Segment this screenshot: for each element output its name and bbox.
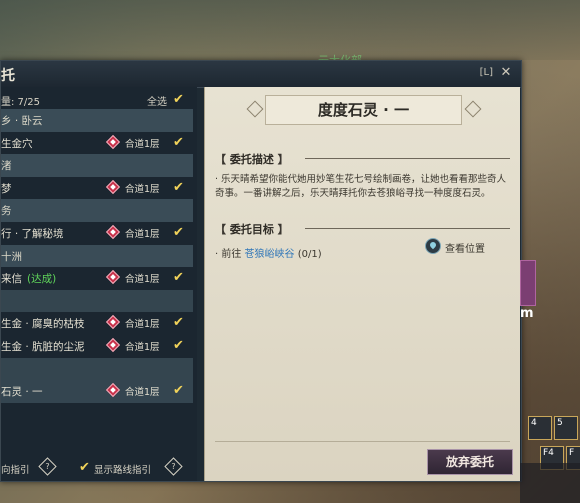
realm-diamond-icon	[105, 270, 121, 285]
list-item-label: 十洲	[1, 250, 22, 263]
route-help-icon[interactable]: ?	[164, 457, 183, 476]
realm-tag: 合道1层	[125, 138, 160, 150]
hud-bottom-bar	[520, 463, 580, 503]
title-ornament-right-icon	[464, 100, 482, 118]
description-header: 【 委托描述 】	[215, 153, 289, 166]
character-portrait	[520, 260, 536, 306]
window-titlebar[interactable]: 托 [L] ✕	[1, 61, 521, 88]
commission-window: 托 [L] ✕ 量: 7/25 全选 ✔ 乡 · 卧云 生金穴 合道1层 ✔ 渚梦合道1…	[0, 60, 522, 482]
view-location-button[interactable]: 查看位置	[425, 238, 485, 255]
skill-slot[interactable]: 5	[554, 416, 578, 440]
guide-help-icon[interactable]: ?	[38, 457, 57, 476]
commission-list-panel: 量: 7/25 全选 ✔ 乡 · 卧云 生金穴 合道1层 ✔ 渚梦合道1层 ✔ 务行 · 了…	[1, 87, 197, 481]
realm-tag: 合道1层	[125, 183, 160, 195]
list-group-header[interactable]: 乡 · 卧云	[1, 109, 193, 132]
list-item-label: 生金 · 腐臭的枯枝	[1, 318, 85, 331]
list-item-label: 生金 · 肮脏的尘泥	[1, 340, 85, 353]
title-ornament-left-icon	[246, 100, 264, 118]
track-checkbox-icon[interactable]: ✔	[173, 338, 184, 353]
list-options: 向指引 ? ✔ 显示路线指引 ?	[1, 457, 197, 481]
goal-text: · 前往 苍狼峪峡谷 (0/1)	[215, 249, 322, 260]
list-item[interactable]: 石灵 · 一 合道1层 ✔	[1, 380, 193, 403]
skill-slot[interactable]: 4	[528, 416, 552, 440]
hud-text: m	[520, 306, 534, 321]
realm-tag: 合道1层	[125, 341, 160, 353]
commission-title: 度度石灵 · 一	[265, 95, 462, 125]
realm-tag: 合道1层	[125, 274, 160, 286]
list-group-header[interactable]: 十洲	[1, 244, 193, 268]
realm-tag: 合道1层	[125, 387, 160, 399]
game-hud-right: m 4 5 F4 F	[520, 260, 580, 503]
list-group-header[interactable]	[1, 357, 193, 381]
window-title: 托	[1, 68, 15, 84]
track-checkbox-icon[interactable]: ✔	[173, 316, 184, 330]
realm-diamond-icon	[105, 315, 121, 330]
track-checkbox-icon[interactable]: ✔	[173, 180, 184, 195]
track-checkbox-icon[interactable]: ✔	[173, 271, 184, 285]
list-item[interactable]: 生金 · 肮脏的尘泥 合道1层 ✔	[1, 334, 193, 358]
list-header: 量: 7/25 全选 ✔	[1, 91, 193, 109]
section-divider	[305, 228, 510, 229]
goal-location-link[interactable]: 苍狼峪峡谷	[245, 249, 295, 260]
route-guide-label[interactable]: 显示路线指引	[94, 462, 151, 476]
list-item[interactable]: 生金穴 合道1层 ✔	[1, 131, 193, 155]
realm-diamond-icon	[105, 224, 121, 240]
commission-list: 乡 · 卧云 生金穴 合道1层 ✔ 渚梦合道1层 ✔ 务行 · 了解秘境 合道1层 ✔ 十洲 来信(…	[1, 109, 193, 403]
commission-description: · 乐天晴希望你能代她用妙笔生花七号绘制画卷，让她也看看那些奇人奇事。一番讲解之…	[215, 174, 507, 199]
list-group-header[interactable]	[1, 289, 193, 313]
hotkey-hint: [L]	[479, 67, 493, 78]
list-item-label: 渚	[1, 160, 12, 173]
commission-detail-panel: 度度石灵 · 一 【 委托描述 】 · 乐天晴希望你能代她用妙笔生花七号绘制画卷…	[204, 87, 520, 481]
list-item-label: 石灵 · 一	[1, 386, 43, 399]
select-all-checkbox-icon[interactable]: ✔	[173, 93, 184, 107]
map-pin-icon	[425, 238, 441, 254]
track-checkbox-icon[interactable]: ✔	[173, 225, 184, 240]
section-divider	[305, 158, 510, 159]
list-group-header[interactable]: 务	[1, 199, 193, 222]
track-checkbox-icon[interactable]: ✔	[173, 384, 184, 398]
list-item[interactable]: 来信 (达成) 合道1层 ✔	[1, 267, 193, 290]
list-item[interactable]: 生金 · 腐臭的枯枝 合道1层 ✔	[1, 312, 193, 335]
select-all-label[interactable]: 全选	[147, 93, 167, 108]
realm-diamond-icon	[105, 179, 121, 194]
list-item-label: 行 · 了解秘境	[1, 227, 64, 240]
realm-diamond-icon	[105, 337, 121, 353]
close-icon[interactable]: ✕	[499, 66, 513, 80]
list-item-label: 务	[1, 205, 12, 218]
game-top-hud	[0, 0, 580, 60]
list-item-label: 来信	[1, 273, 22, 286]
realm-tag: 合道1层	[125, 228, 160, 240]
list-item-label: 乡 · 卧云	[1, 115, 43, 127]
route-guide-checkbox-icon[interactable]: ✔	[79, 461, 90, 475]
list-group-header[interactable]: 渚	[1, 154, 193, 177]
guide-option-label[interactable]: 向指引	[1, 462, 30, 476]
bottom-divider	[215, 441, 510, 442]
list-item[interactable]: 梦 合道1层 ✔	[1, 176, 193, 200]
realm-diamond-icon	[105, 134, 121, 149]
commission-count: 量: 7/25	[1, 97, 41, 108]
list-item-label: 梦	[1, 182, 12, 195]
track-checkbox-icon[interactable]: ✔	[173, 135, 184, 150]
abandon-commission-button[interactable]: 放弃委托	[427, 449, 513, 475]
list-item-label: 生金穴	[1, 137, 33, 150]
realm-tag: 合道1层	[125, 319, 160, 331]
list-item[interactable]: 行 · 了解秘境 合道1层 ✔	[1, 221, 193, 245]
realm-diamond-icon	[105, 383, 121, 398]
goal-header: 【 委托目标 】	[215, 223, 289, 236]
completed-badge: (达成)	[27, 273, 57, 286]
